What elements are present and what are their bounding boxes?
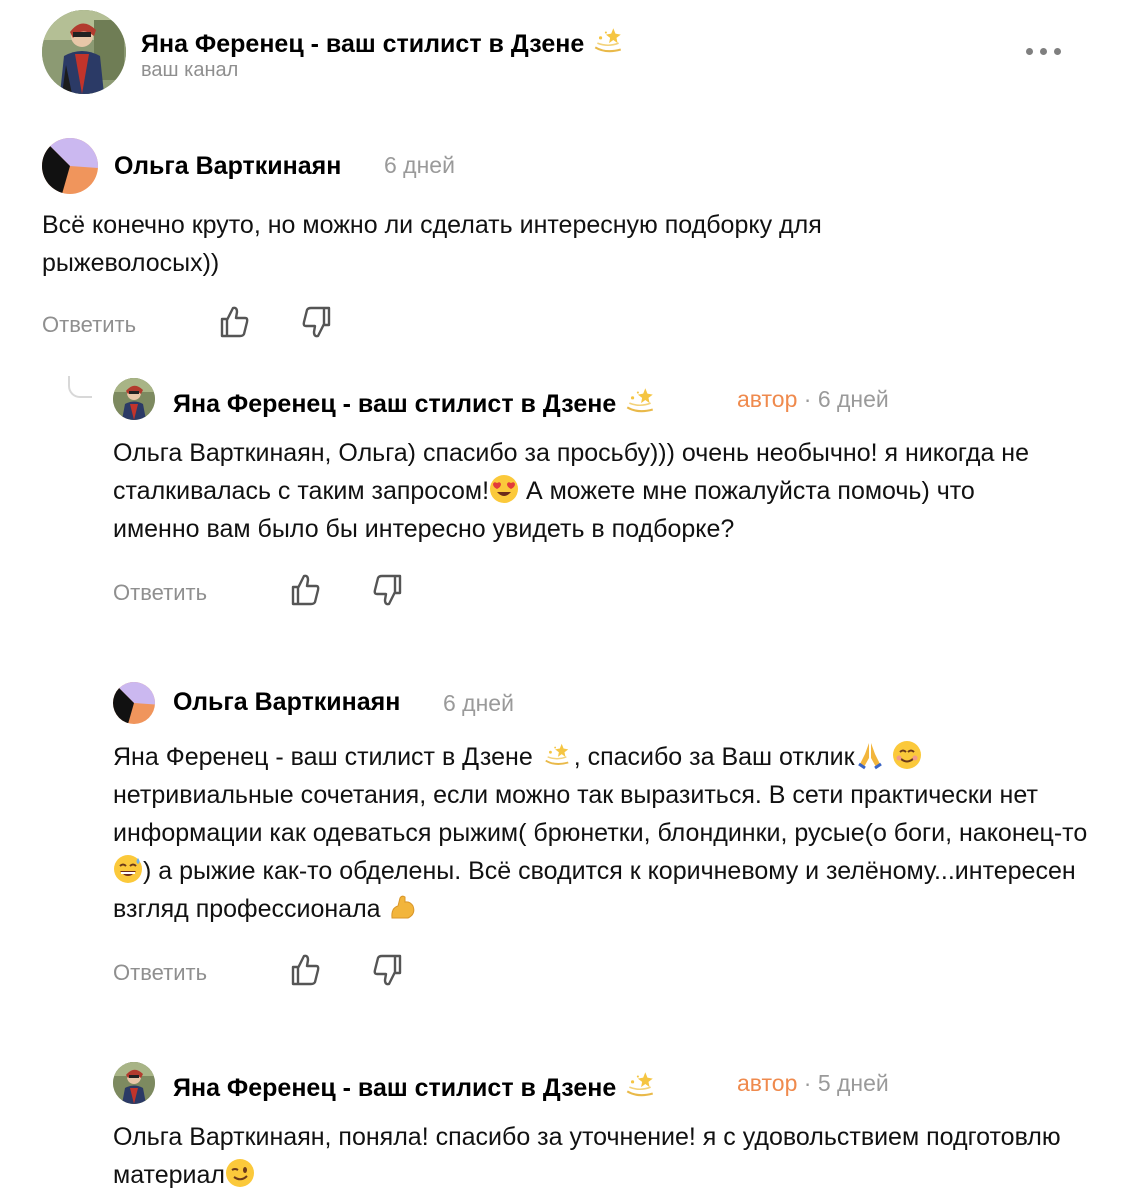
- comment-text-part: нетривиальные сочетания, если можно так …: [113, 781, 1088, 847]
- comment-text-part: Ольга Варткинаян, поняла! спасибо за уто…: [113, 1123, 1061, 1189]
- heart-eyes-emoji-icon: [489, 474, 519, 504]
- thumbs-up-icon[interactable]: [288, 952, 322, 988]
- comment-text-part: ) а рыжие как-то обделены. Всё сводится …: [113, 857, 1076, 923]
- comment-text-part: Яна Ференец - ваш стилист в Дзене: [113, 743, 540, 771]
- sparkle-icon: [591, 24, 625, 58]
- sparkle-icon: [540, 740, 574, 770]
- comment-author[interactable]: Ольга Варткинаян: [114, 152, 341, 181]
- comment-author[interactable]: Яна Ференец - ваш стилист в Дзене: [173, 384, 657, 419]
- thumbs-down-icon[interactable]: [371, 572, 405, 608]
- comment-time: 5 дней: [817, 1070, 889, 1096]
- wink-emoji-icon: [225, 1158, 255, 1188]
- comment-time: 6 дней: [384, 152, 455, 178]
- author-name: Яна Ференец - ваш стилист в Дзене: [173, 1074, 617, 1102]
- comment-text: Всё конечно круто, но можно ли сделать и…: [42, 211, 822, 277]
- channel-title-text: Яна Ференец - ваш стилист в Дзене: [141, 30, 585, 58]
- reply-button[interactable]: Ответить: [113, 960, 207, 986]
- comment-meta: автор · 6 дней: [737, 386, 889, 412]
- comment-time: 6 дней: [817, 386, 889, 412]
- reply-button[interactable]: Ответить: [42, 312, 136, 338]
- user-avatar[interactable]: [113, 682, 155, 724]
- reply-button[interactable]: Ответить: [113, 580, 207, 606]
- channel-subtitle: ваш канал: [141, 59, 239, 81]
- comment: Яна Ференец - ваш стилист в Дзене автор …: [113, 1062, 1103, 1194]
- thread-line: [68, 376, 92, 398]
- comment-author[interactable]: Яна Ференец - ваш стилист в Дзене: [173, 1068, 657, 1103]
- comment-text: Ольга Варткинаян, Ольга) спасибо за прос…: [113, 434, 1043, 548]
- channel-header: Яна Ференец - ваш стилист в Дзене ваш ка…: [42, 10, 1102, 100]
- channel-avatar[interactable]: [42, 10, 126, 94]
- author-avatar[interactable]: [113, 378, 155, 420]
- comment: Яна Ференец - ваш стилист в Дзене автор …: [113, 378, 1103, 612]
- author-name: Яна Ференец - ваш стилист в Дзене: [173, 390, 617, 418]
- comment: Ольга Варткинаян 6 дней Яна Ференец - ва…: [113, 682, 1103, 992]
- thumbs-up-icon[interactable]: [217, 304, 251, 340]
- thumbs-down-icon[interactable]: [371, 952, 405, 988]
- channel-title[interactable]: Яна Ференец - ваш стилист в Дзене: [141, 24, 625, 59]
- comment-time: 6 дней: [443, 690, 514, 716]
- sweat-smile-emoji-icon: [113, 854, 143, 884]
- comment-author[interactable]: Ольга Варткинаян: [173, 688, 400, 717]
- user-avatar[interactable]: [42, 138, 98, 194]
- comment-text: Яна Ференец - ваш стилист в Дзене , спас…: [113, 738, 1093, 928]
- more-dots-icon[interactable]: [1024, 32, 1064, 72]
- comment-meta: автор · 5 дней: [737, 1070, 889, 1096]
- thumbs-up-icon[interactable]: [288, 572, 322, 608]
- comment-text-part: , спасибо за Ваш отклик: [573, 743, 855, 771]
- author-badge: автор: [737, 1070, 798, 1096]
- author-badge: автор: [737, 386, 798, 412]
- author-avatar[interactable]: [113, 1062, 155, 1104]
- comment-text: Ольга Варткинаян, поняла! спасибо за уто…: [113, 1118, 1073, 1194]
- comment: Ольга Варткинаян 6 дней Всё конечно крут…: [42, 138, 1042, 344]
- pray-emoji-icon: [855, 740, 885, 770]
- sparkle-icon: [623, 1068, 657, 1102]
- muscle-emoji-icon: [388, 892, 418, 922]
- smile-emoji-icon: [892, 740, 922, 770]
- thumbs-down-icon[interactable]: [300, 304, 334, 340]
- sparkle-icon: [623, 384, 657, 418]
